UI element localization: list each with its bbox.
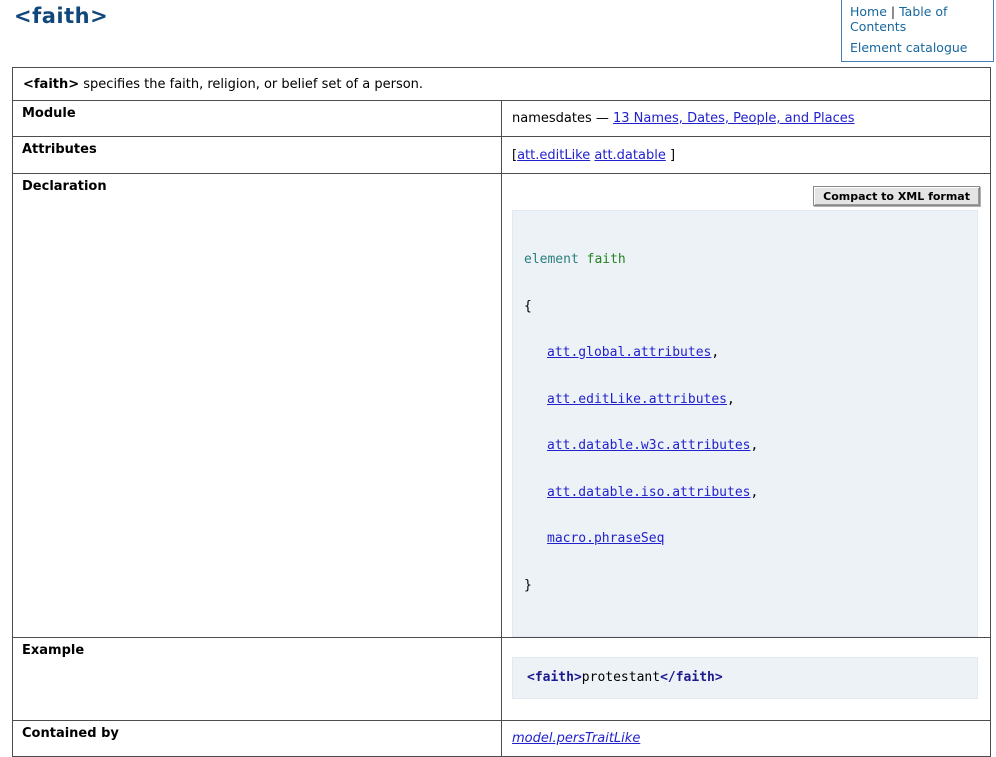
declaration-label: Declaration [13,174,502,638]
example-open-tag: <faith> [527,670,582,685]
code-comma: , [751,438,759,453]
att-datable-iso-attributes-link[interactable]: att.datable.iso.attributes [547,485,751,500]
element-catalogue-link[interactable]: Element catalogue [850,40,968,55]
code-line-member: att.global.attributes, [524,345,969,361]
attributes-label: Attributes [13,137,502,174]
code-line-member: macro.phraseSeq [524,531,969,547]
nav-line-2: Element catalogue [850,41,985,56]
code-element-name: faith [587,252,626,267]
code-line-close-brace: } [524,578,969,594]
example-code-block: <faith>protestant</faith> [512,657,978,699]
code-keyword: element [524,252,579,267]
code-line-member: att.editLike.attributes, [524,392,969,408]
example-close-tag: </faith> [660,670,723,685]
module-value-cell: namesdates — 13 Names, Dates, People, an… [502,101,991,137]
attributes-value-cell: [att.editLike att.datable ] [502,137,991,174]
nav-line-1: Home | Table of Contents [850,5,985,34]
contained-by-cell: model.persTraitLike [502,721,991,757]
home-link[interactable]: Home [850,4,887,19]
attributes-close-bracket: ] [666,148,675,163]
element-doc-table: <faith> specifies the faith, religion, o… [12,67,991,757]
module-label: Module [13,101,502,137]
example-cell: <faith>protestant</faith> [502,638,991,721]
att-global-attributes-link[interactable]: att.global.attributes [547,345,711,360]
example-text: protestant [582,670,660,685]
description-text: specifies the faith, religion, or belief… [79,77,423,92]
declaration-code-block: element faith { att.global.attributes, a… [512,210,978,637]
code-comma: , [711,345,719,360]
code-line-member: att.datable.w3c.attributes, [524,438,969,454]
compact-to-xml-button[interactable]: Compact to XML format [813,186,980,206]
code-line-element: element faith [524,252,969,268]
model-perstraitlike-link[interactable]: model.persTraitLike [512,731,640,746]
page-title: <faith> [14,4,108,28]
att-datable-w3c-attributes-link[interactable]: att.datable.w3c.attributes [547,438,751,453]
module-prefix: namesdates — [512,111,613,126]
code-comma: , [751,485,759,500]
description-cell: <faith> specifies the faith, religion, o… [13,68,991,101]
attributes-row: Attributes [att.editLike att.datable ] [13,137,991,174]
att-editlike-attributes-link[interactable]: att.editLike.attributes [547,392,727,407]
nav-separator: | [891,4,895,19]
att-datable-link[interactable]: att.datable [594,148,665,163]
description-element-name: <faith> [23,77,79,92]
module-row: Module namesdates — 13 Names, Dates, Peo… [13,101,991,137]
code-comma: , [727,392,735,407]
contained-by-row: Contained by model.persTraitLike [13,721,991,757]
module-chapter-link[interactable]: 13 Names, Dates, People, and Places [613,111,855,126]
code-line-open-brace: { [524,299,969,315]
declaration-button-row: Compact to XML format [512,186,980,208]
description-row: <faith> specifies the faith, religion, o… [13,68,991,101]
example-label: Example [13,638,502,721]
top-nav-box: Home | Table of Contents Element catalog… [841,0,994,62]
declaration-row: Declaration Compact to XML format elemen… [13,174,991,638]
example-row: Example <faith>protestant</faith> [13,638,991,721]
contained-by-label: Contained by [13,721,502,757]
macro-phraseseq-link[interactable]: macro.phraseSeq [547,531,664,546]
att-editlike-link[interactable]: att.editLike [517,148,590,163]
declaration-cell: Compact to XML format element faith { at… [502,174,991,638]
code-line-member: att.datable.iso.attributes, [524,485,969,501]
